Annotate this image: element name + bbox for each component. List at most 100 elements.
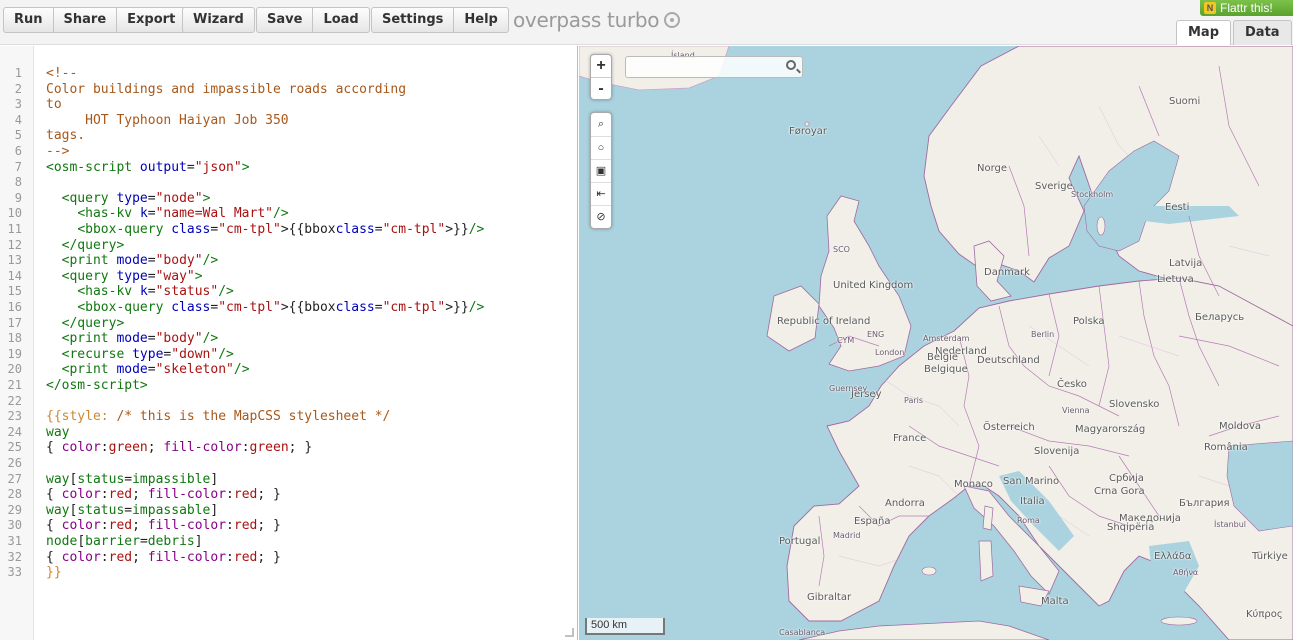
map-label: London [875, 348, 905, 357]
map-label: Gibraltar [807, 592, 852, 603]
map-label: Paris [904, 396, 924, 405]
code-line: tags. [46, 128, 86, 144]
no-entry-icon[interactable]: ⊘ [591, 205, 611, 228]
code-line: Color buildings and impassible roads acc… [46, 81, 407, 97]
tab-map[interactable]: Map [1176, 20, 1232, 45]
map-view[interactable]: Ísland Føroyar Suomi Norge Sverige Stock… [579, 46, 1293, 640]
line-number: 8 [14, 175, 22, 190]
search-icon[interactable] [786, 60, 796, 70]
map-label: Eesti [1165, 202, 1190, 213]
map-label: Беларусь [1195, 312, 1245, 323]
map-label: Casablanca [779, 628, 826, 637]
map-label: Moldova [1219, 421, 1262, 432]
export-button[interactable]: Export [117, 8, 185, 32]
code-line: <print mode="body"/> [61, 253, 219, 269]
map-label: Italia [1020, 496, 1045, 507]
map-label: İstanbul [1214, 520, 1247, 529]
tab-data[interactable]: Data [1233, 20, 1292, 45]
map-label: България [1179, 498, 1230, 509]
map-label: Madrid [833, 531, 861, 540]
map-label: Lietuva [1157, 274, 1194, 285]
steering-wheel-icon [664, 12, 681, 28]
map-label: SCO [833, 245, 850, 254]
line-number: 25 [7, 440, 22, 455]
load-button[interactable]: Load [313, 8, 368, 32]
map-tools: ⌕ ○ ▣ ⇤ ⊘ [590, 112, 612, 229]
map-label: Αθήνα [1173, 568, 1199, 577]
map-label: Slovensko [1109, 399, 1160, 410]
line-number: 3 [14, 97, 22, 112]
map-label: Malta [1041, 596, 1069, 607]
code-line: <osm-script output="json"> [46, 159, 250, 175]
help-button[interactable]: Help [454, 8, 507, 32]
code-line: </query> [61, 237, 125, 253]
line-number: 32 [7, 549, 22, 564]
fit-data-icon[interactable]: ⇤ [591, 182, 611, 205]
code-editor[interactable]: 1 2 3 4 5 6 7 8 9 10 11 12 13 14 15 16 17 18 19 20 21 22 23 24 2… [0, 46, 578, 640]
save-button[interactable]: Save [257, 8, 314, 32]
button-group-wizard: Wizard [182, 7, 255, 33]
map-label: Guernsey [829, 384, 868, 393]
line-number: 5 [14, 128, 22, 143]
button-group-save: Save Load [256, 7, 370, 33]
line-number: 18 [7, 331, 22, 346]
wizard-button[interactable]: Wizard [183, 8, 254, 32]
map-search-input[interactable] [626, 57, 782, 77]
map-label: Stockholm [1071, 190, 1114, 199]
app-title-text: overpass turbo [513, 8, 660, 32]
map-label: Magyarország [1075, 424, 1146, 435]
flattr-button[interactable]: N Flattr this! [1200, 0, 1293, 16]
code-line: node[barrier=debris] [46, 534, 203, 549]
map-label: Österreich [983, 422, 1035, 433]
zoom-out-button[interactable]: - [591, 77, 611, 99]
map-label: ENG [867, 330, 885, 339]
line-number: 11 [7, 222, 22, 236]
code-line: { color:red; fill-color:red; } [46, 518, 281, 534]
map-label: Slovenija [1034, 446, 1080, 457]
flattr-icon: N [1204, 2, 1216, 14]
map-label: Vienna [1062, 406, 1090, 415]
code-line: <recurse type="down"/> [61, 346, 234, 362]
line-number: 4 [14, 112, 22, 127]
code-line: <print mode="skeleton"/> [61, 362, 250, 378]
line-number: 1 [14, 66, 22, 80]
settings-button[interactable]: Settings [372, 8, 455, 32]
magnifier-icon[interactable]: ⌕ [591, 113, 611, 136]
line-number: 29 [7, 502, 22, 517]
line-number: 13 [7, 253, 22, 268]
zoom-in-button[interactable]: + [591, 55, 611, 77]
map-label: España [854, 516, 891, 527]
map-label: Македонија [1119, 513, 1181, 524]
code-line: <query type="way"> [61, 268, 203, 284]
line-number: 23 [7, 409, 22, 424]
flattr-label: Flattr this! [1220, 1, 1273, 15]
line-number: 27 [7, 471, 22, 486]
code-line: <has-kv k="name=Wal Mart"/> [77, 206, 289, 222]
circle-icon[interactable]: ○ [591, 136, 611, 159]
resize-handle-icon[interactable] [565, 628, 574, 637]
map-search-box [625, 56, 803, 78]
toolbar: Run Share Export Wizard Save Load Settin… [0, 0, 1293, 45]
map-label: Danmark [984, 267, 1030, 278]
line-number: 6 [14, 144, 22, 158]
line-number: 14 [7, 268, 22, 283]
code-line: {{style: /* this is the MapCSS styleshee… [46, 409, 391, 425]
map-label: Norge [977, 163, 1008, 174]
app-title: overpass turbo [513, 8, 681, 32]
map-label: Suomi [1169, 96, 1201, 107]
map-label: Sverige [1035, 181, 1073, 192]
line-number: 15 [7, 284, 22, 299]
button-group-settings: Settings Help [371, 7, 509, 33]
map-label: San Marino [1003, 476, 1060, 487]
code-line: { color:red; fill-color:red; } [46, 487, 281, 503]
button-group-run: Run Share Export [3, 7, 187, 33]
code-line: way [46, 424, 70, 440]
image-icon[interactable]: ▣ [591, 159, 611, 182]
code-line: <bbox-query class="cm-tpl">{{bboxclass="… [77, 222, 485, 237]
line-number: 22 [7, 393, 22, 408]
code-line: <has-kv k="status"/> [77, 284, 234, 300]
line-number: 16 [7, 300, 22, 314]
share-button[interactable]: Share [54, 8, 118, 32]
run-button[interactable]: Run [4, 8, 54, 32]
line-number: 7 [14, 159, 22, 174]
